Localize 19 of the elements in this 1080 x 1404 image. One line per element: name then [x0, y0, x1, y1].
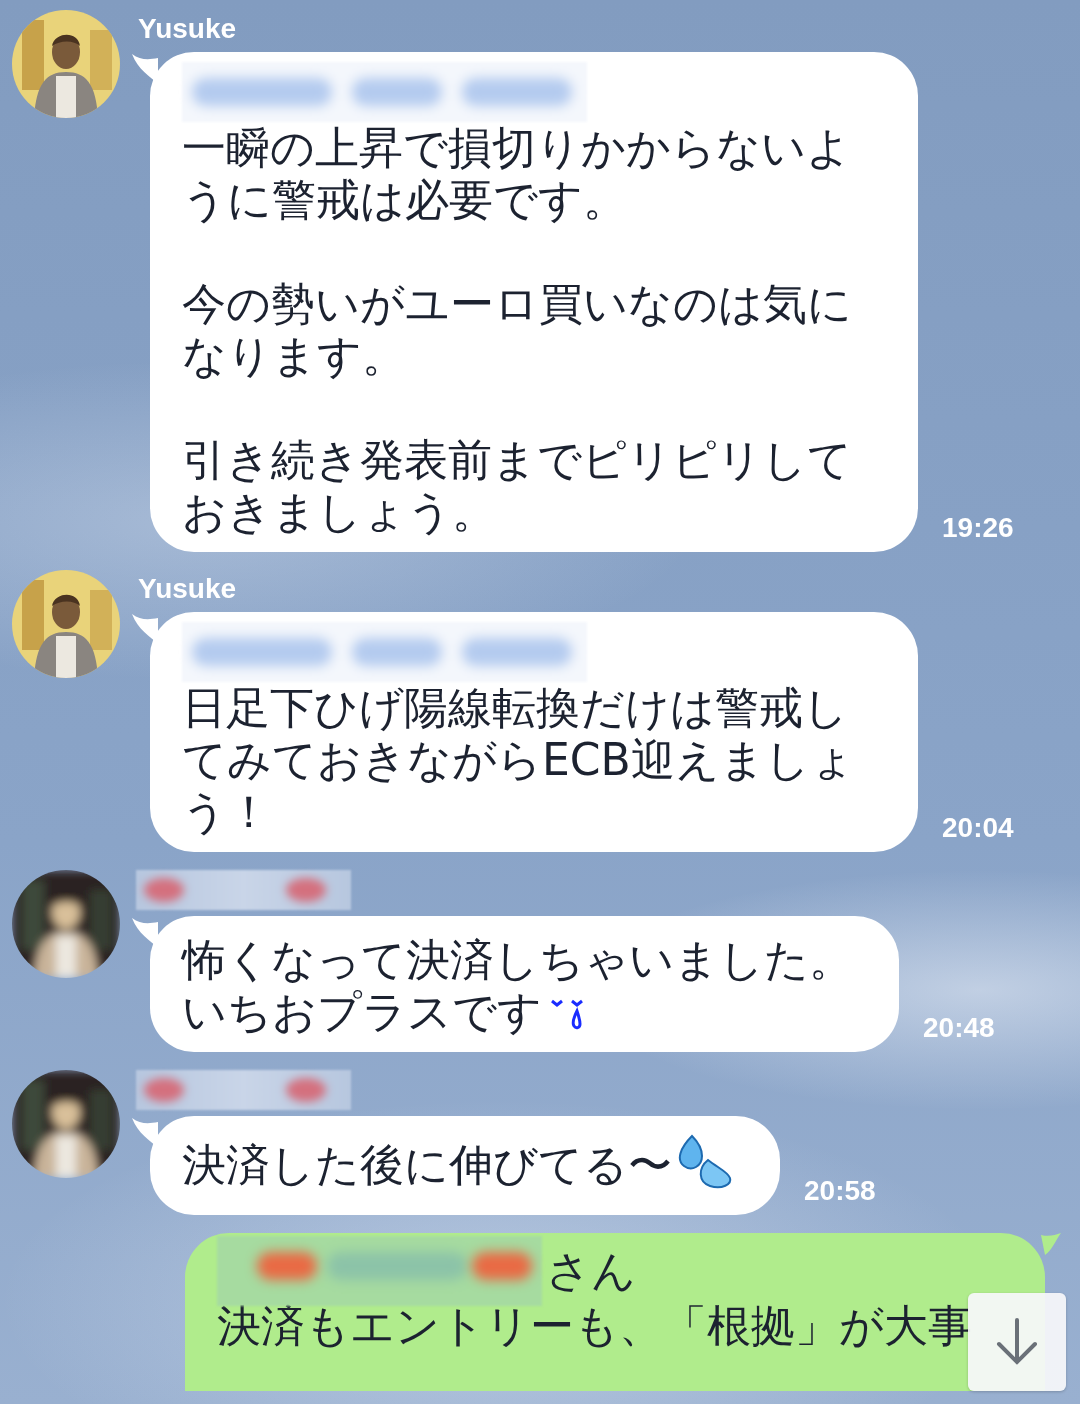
timestamp: 20:48	[923, 1012, 995, 1044]
message-text: 一瞬の上昇で損切りかからないように警戒は必要です。	[182, 122, 851, 225]
timestamp: 20:58	[804, 1175, 876, 1207]
sender-name: Yusuke	[138, 12, 238, 46]
down-arrow-icon	[995, 1318, 1039, 1366]
message-text: 引き続き発表前までピリピリしておきましょう。	[182, 434, 852, 537]
message-text: 怖くなって決済しちゃいました。	[182, 934, 853, 985]
timestamp: 19:26	[942, 512, 1014, 544]
message-text: いちおプラスです	[182, 986, 542, 1037]
scroll-down-button[interactable]	[968, 1293, 1066, 1391]
droplets-icon	[678, 1134, 734, 1190]
timestamp: 20:04	[942, 812, 1014, 844]
message-text: 決済した後に伸びてる〜	[182, 1139, 672, 1190]
message-text: 決済もエントリーも、「根拠」が大事	[217, 1300, 972, 1351]
sender-name: Yusuke	[138, 572, 238, 606]
message-text: 日足下ひげ陽線転換だけは警戒してみておきながらECB迎えましょう！	[182, 682, 855, 837]
message-text: 今の勢いがユーロ買いなのは気になります。	[182, 278, 852, 381]
mention-suffix: さん	[546, 1246, 636, 1296]
bubble-tail	[1041, 1233, 1061, 1255]
